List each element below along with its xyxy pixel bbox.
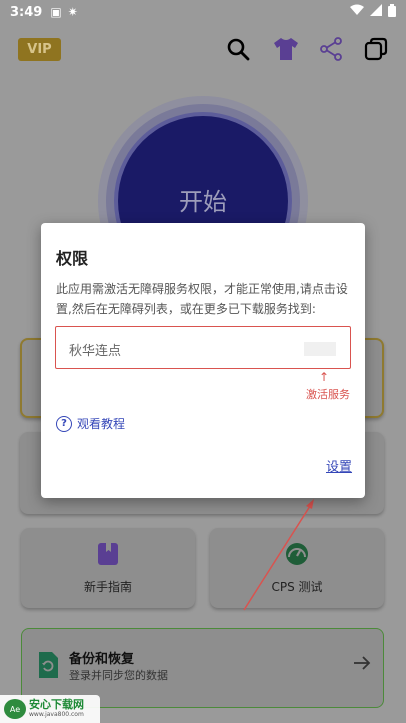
backup-subtitle: 登录并同步您的数据 — [69, 669, 168, 682]
watermark-logo: Ae — [4, 699, 26, 719]
backup-title: 备份和恢复 — [69, 652, 135, 667]
status-bar: 3:49 ▣ ✷ — [0, 0, 406, 24]
permission-dialog: 权限 此应用需激活无障碍服务权限，才能正常使用,请点击设置,然后在无障碍列表，或… — [41, 223, 365, 498]
battery-icon — [388, 3, 396, 21]
copy-icon[interactable] — [361, 34, 391, 64]
guide-tile[interactable]: 新手指南 — [21, 528, 195, 608]
vip-button[interactable]: VIP — [18, 38, 61, 61]
help-icon: ? — [56, 415, 72, 432]
activate-service-label: 激活服务 — [306, 388, 350, 401]
service-name: 秋华连点 — [69, 344, 122, 359]
screenshot-notification-icon: ▣ — [50, 5, 62, 19]
arrow-up-icon: ↑ — [319, 370, 330, 384]
search-icon[interactable] — [223, 34, 253, 64]
arrow-right-icon[interactable] — [353, 655, 371, 675]
wifi-icon — [350, 4, 364, 20]
speedometer-icon — [284, 542, 310, 570]
watermark-title: 安心下载网 — [29, 698, 84, 711]
watermark: Ae 安心下载网 www.java800.com — [0, 695, 100, 723]
watch-tutorial-label: 观看教程 — [77, 417, 126, 431]
cps-test-tile[interactable]: CPS 测试 — [210, 528, 384, 608]
guide-tile-label: 新手指南 — [83, 579, 132, 594]
dialog-title: 权限 — [56, 249, 89, 268]
cps-test-label: CPS 测试 — [271, 579, 323, 594]
settings-button[interactable]: 设置 — [326, 456, 352, 475]
share-icon[interactable] — [316, 34, 346, 64]
start-button-label: 开始 — [179, 187, 227, 216]
settings-notification-icon: ✷ — [67, 5, 78, 19]
watch-tutorial-link[interactable]: ? 观看教程 — [56, 415, 125, 432]
status-time: 3:49 — [10, 4, 43, 20]
backup-file-icon — [37, 651, 59, 683]
signal-icon — [370, 4, 382, 20]
dialog-message: 此应用需激活无障碍服务权限，才能正常使用,请点击设置,然后在无障碍列表，或在更多… — [56, 282, 348, 316]
top-toolbar: VIP — [0, 28, 406, 72]
watermark-url: www.java800.com — [29, 711, 84, 718]
guide-book-icon — [97, 542, 119, 570]
service-entry[interactable]: 秋华连点 — [55, 326, 351, 369]
service-toggle[interactable] — [304, 342, 336, 356]
shirt-icon[interactable] — [271, 34, 301, 64]
